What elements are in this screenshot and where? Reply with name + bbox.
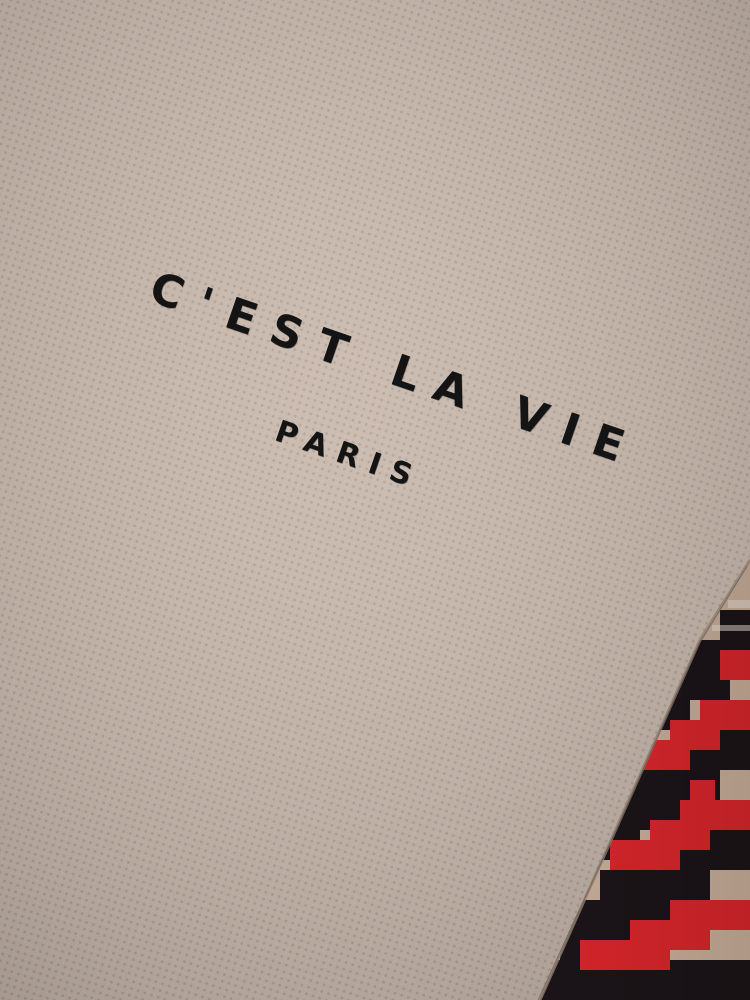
product-photo: C'EST LA VIE PARIS bbox=[0, 0, 750, 1000]
fabric-illustration bbox=[0, 0, 750, 1000]
